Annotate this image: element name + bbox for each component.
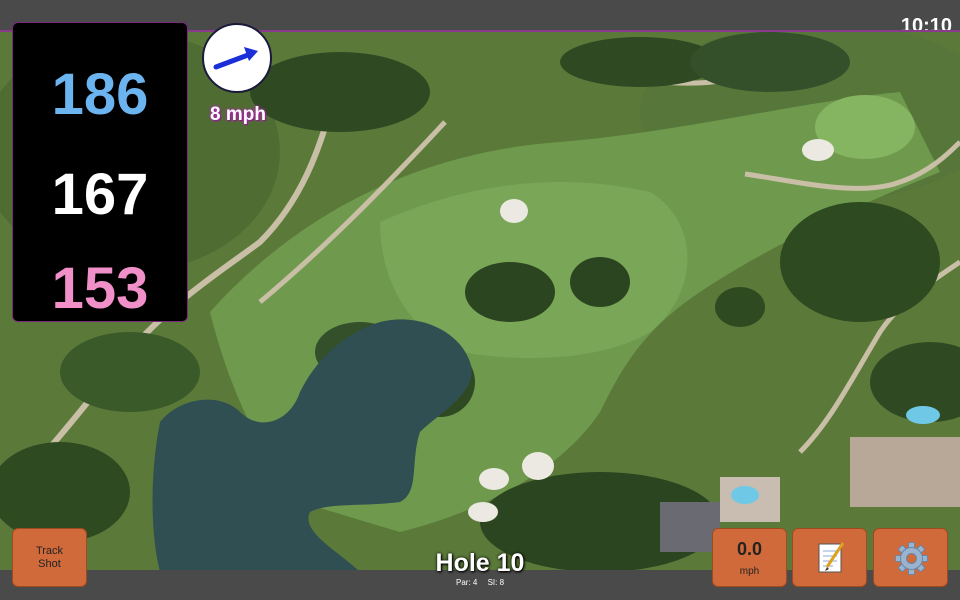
hole-info: Par: 4 SI: 8: [420, 578, 540, 587]
gear-icon: [895, 542, 928, 575]
speed-button[interactable]: 0.0 mph: [712, 528, 787, 587]
track-shot-line1: Track: [35, 545, 64, 557]
hole-title: Hole 10: [435, 549, 525, 577]
wind-arrow-icon: [213, 47, 258, 70]
center-distance: 167: [51, 162, 149, 227]
wind-speed-label: 8 mph: [210, 104, 266, 125]
notepad-icon: [818, 542, 845, 573]
hole-par: Par: 4: [455, 578, 478, 587]
wind-indicator: [202, 23, 272, 93]
back-distance: 186: [51, 62, 149, 127]
hole-si: SI: 8: [487, 578, 505, 587]
front-distance: 153: [51, 256, 149, 321]
settings-button[interactable]: [873, 528, 948, 587]
track-shot-button[interactable]: Track Shot: [12, 528, 87, 587]
distance-panel: 186 167 153: [12, 22, 188, 322]
notes-button[interactable]: [792, 528, 867, 587]
speed-unit: mph: [739, 566, 760, 577]
track-shot-label: Track Shot: [13, 545, 86, 571]
track-shot-line2: Shot: [38, 558, 61, 570]
speed-value: 0.0: [736, 539, 763, 559]
